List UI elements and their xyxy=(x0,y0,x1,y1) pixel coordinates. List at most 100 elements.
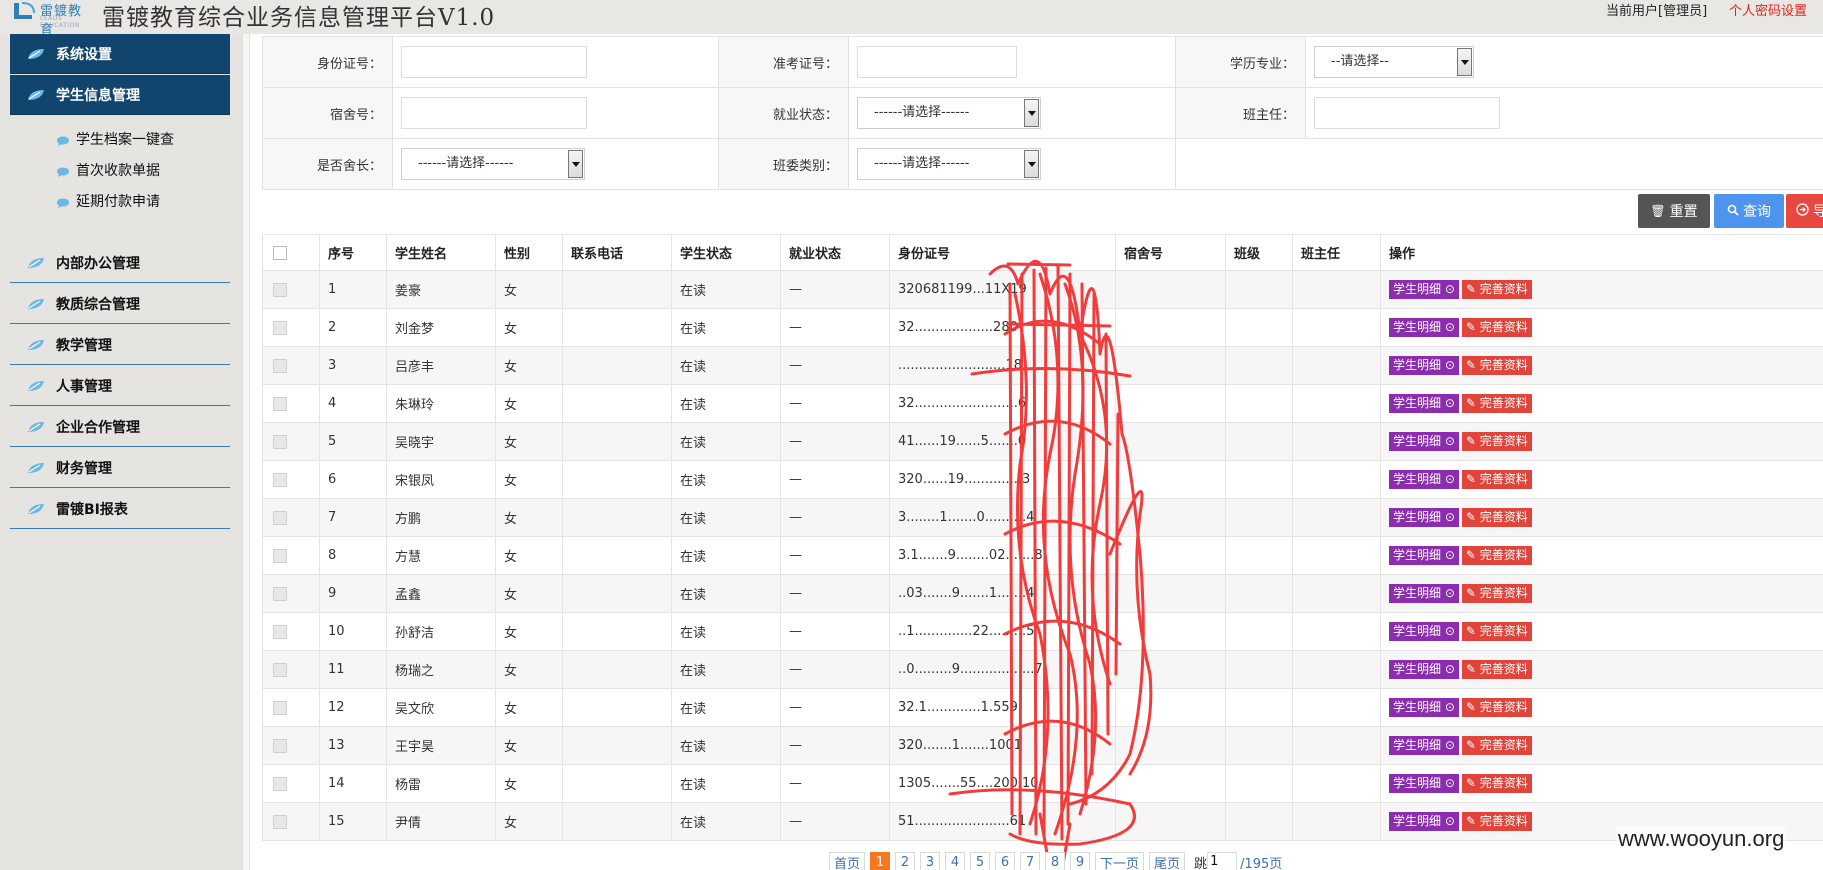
page-number-button[interactable]: 3 xyxy=(920,852,941,870)
row-select-cell xyxy=(262,346,320,385)
reset-button[interactable]: 🗑 重置 xyxy=(1638,194,1710,228)
sidebar-subitem[interactable]: 首次收款单据 xyxy=(56,159,160,181)
dropdown-arrow-icon[interactable] xyxy=(1457,48,1472,76)
next-page-button[interactable]: 下一页 xyxy=(1095,852,1145,870)
cell-no: 3 xyxy=(319,346,387,385)
cell-gender: 女 xyxy=(495,384,563,423)
student-detail-button[interactable]: 学生明细 ⊙ xyxy=(1389,508,1459,527)
student-detail-button[interactable]: 学生明细 ⊙ xyxy=(1389,432,1459,451)
complete-info-button[interactable]: ✎ 完善资料 xyxy=(1461,812,1532,831)
cell-class xyxy=(1225,308,1293,347)
student-detail-button[interactable]: 学生明细 ⊙ xyxy=(1389,774,1459,793)
complete-info-button[interactable]: ✎ 完善资料 xyxy=(1461,508,1532,527)
student-detail-button[interactable]: 学生明细 ⊙ xyxy=(1389,698,1459,717)
complete-info-button[interactable]: ✎ 完善资料 xyxy=(1461,394,1532,413)
student-detail-button[interactable]: 学生明细 ⊙ xyxy=(1389,584,1459,603)
page-number-button[interactable]: 1 xyxy=(870,852,891,870)
student-detail-button[interactable]: 学生明细 ⊙ xyxy=(1389,546,1459,565)
page-number-button[interactable]: 7 xyxy=(1020,852,1041,870)
page-number-button[interactable]: 4 xyxy=(945,852,966,870)
row-checkbox[interactable] xyxy=(273,434,287,449)
student-detail-button[interactable]: 学生明细 ⊙ xyxy=(1389,318,1459,337)
page-number-button[interactable]: 8 xyxy=(1045,852,1066,870)
row-checkbox[interactable] xyxy=(273,510,287,525)
detail-label: 学生明细 xyxy=(1393,282,1442,296)
page-number-button[interactable]: 2 xyxy=(895,852,916,870)
complete-info-button[interactable]: ✎ 完善资料 xyxy=(1461,356,1532,375)
table-row: 5 吴晓宇女在读 —41......19......5.......0 学生明细 ⊙ ✎… xyxy=(262,422,1823,461)
page-number-button[interactable]: 9 xyxy=(1070,852,1091,870)
major-select[interactable]: --请选择-- xyxy=(1314,46,1474,78)
dorm-input[interactable] xyxy=(401,97,587,129)
sidebar-item[interactable]: 教学管理 xyxy=(10,325,230,365)
password-settings-link[interactable]: 个人密码设置 xyxy=(1729,0,1807,19)
cell-gender: 女 xyxy=(495,574,563,613)
dropdown-arrow-icon[interactable] xyxy=(1024,150,1039,178)
student-detail-button[interactable]: 学生明细 ⊙ xyxy=(1389,394,1459,413)
student-detail-button[interactable]: 学生明细 ⊙ xyxy=(1389,736,1459,755)
row-checkbox[interactable] xyxy=(273,396,287,411)
exam-no-input[interactable] xyxy=(857,46,1017,78)
dorm-leader-select[interactable]: ------请选择------ xyxy=(401,148,585,180)
sidebar-item[interactable]: 雷镀BI报表 xyxy=(10,489,230,529)
first-page-button[interactable]: 首页 xyxy=(829,852,866,870)
last-page-button[interactable]: 尾页 xyxy=(1149,852,1186,870)
row-checkbox[interactable] xyxy=(273,472,287,487)
id-card-input[interactable] xyxy=(401,46,587,78)
complete-info-button[interactable]: ✎ 完善资料 xyxy=(1461,318,1532,337)
cell-head-teacher xyxy=(1292,764,1381,803)
row-checkbox[interactable] xyxy=(273,548,287,563)
row-checkbox[interactable] xyxy=(273,320,287,335)
export-button[interactable]: 导 xyxy=(1786,194,1823,228)
student-detail-button[interactable]: 学生明细 ⊙ xyxy=(1389,280,1459,299)
sidebar-item[interactable]: 学生信息管理 xyxy=(10,75,230,115)
cell-phone xyxy=(562,346,672,385)
row-checkbox[interactable] xyxy=(273,700,287,715)
dropdown-arrow-icon[interactable] xyxy=(1024,99,1039,127)
complete-info-button[interactable]: ✎ 完善资料 xyxy=(1461,698,1532,717)
page-number-button[interactable]: 6 xyxy=(995,852,1016,870)
sidebar-item[interactable]: 财务管理 xyxy=(10,448,230,488)
student-detail-button[interactable]: 学生明细 ⊙ xyxy=(1389,812,1459,831)
sidebar-subitem[interactable]: 延期付款申请 xyxy=(56,190,160,212)
student-detail-button[interactable]: 学生明细 ⊙ xyxy=(1389,470,1459,489)
complete-info-button[interactable]: ✎ 完善资料 xyxy=(1461,660,1532,679)
sidebar-item[interactable]: 系统设置 xyxy=(10,34,230,74)
query-button[interactable]: 查询 xyxy=(1714,194,1784,228)
student-detail-button[interactable]: 学生明细 ⊙ xyxy=(1389,356,1459,375)
complete-info-button[interactable]: ✎ 完善资料 xyxy=(1461,470,1532,489)
row-checkbox[interactable] xyxy=(273,738,287,753)
cell-head-teacher xyxy=(1292,308,1381,347)
row-checkbox[interactable] xyxy=(273,358,287,373)
student-detail-button[interactable]: 学生明细 ⊙ xyxy=(1389,622,1459,641)
dropdown-arrow-icon[interactable] xyxy=(568,150,583,178)
row-checkbox[interactable] xyxy=(273,624,287,639)
sidebar-item-label: 系统设置 xyxy=(56,46,112,63)
sidebar-item[interactable]: 内部办公管理 xyxy=(10,243,230,283)
complete-info-button[interactable]: ✎ 完善资料 xyxy=(1461,546,1532,565)
sidebar-item[interactable]: 人事管理 xyxy=(10,366,230,406)
committee-select[interactable]: ------请选择------ xyxy=(857,148,1041,180)
complete-info-button[interactable]: ✎ 完善资料 xyxy=(1461,584,1532,603)
head-teacher-input[interactable] xyxy=(1314,97,1500,129)
sidebar-item[interactable]: 企业合作管理 xyxy=(10,407,230,447)
row-checkbox[interactable] xyxy=(273,282,287,297)
page-number-button[interactable]: 5 xyxy=(970,852,991,870)
complete-info-button[interactable]: ✎ 完善资料 xyxy=(1461,432,1532,451)
row-checkbox[interactable] xyxy=(273,814,287,829)
complete-info-button[interactable]: ✎ 完善资料 xyxy=(1461,736,1532,755)
sidebar-subitem[interactable]: 学生档案一键查 xyxy=(56,128,174,150)
row-checkbox[interactable] xyxy=(273,776,287,791)
employment-select[interactable]: ------请选择------ xyxy=(857,97,1041,129)
jump-page-input[interactable]: 1 xyxy=(1207,852,1238,870)
sidebar-item[interactable]: 教质综合管理 xyxy=(10,284,230,324)
complete-info-button[interactable]: ✎ 完善资料 xyxy=(1461,280,1532,299)
complete-info-button[interactable]: ✎ 完善资料 xyxy=(1461,622,1532,641)
edit-icon: ✎ xyxy=(1465,510,1476,524)
select-all-checkbox[interactable] xyxy=(273,245,287,260)
sidebar-subitem-label: 首次收款单据 xyxy=(76,163,160,179)
complete-info-button[interactable]: ✎ 完善资料 xyxy=(1461,774,1532,793)
row-checkbox[interactable] xyxy=(273,662,287,677)
student-detail-button[interactable]: 学生明细 ⊙ xyxy=(1389,660,1459,679)
row-checkbox[interactable] xyxy=(273,586,287,601)
